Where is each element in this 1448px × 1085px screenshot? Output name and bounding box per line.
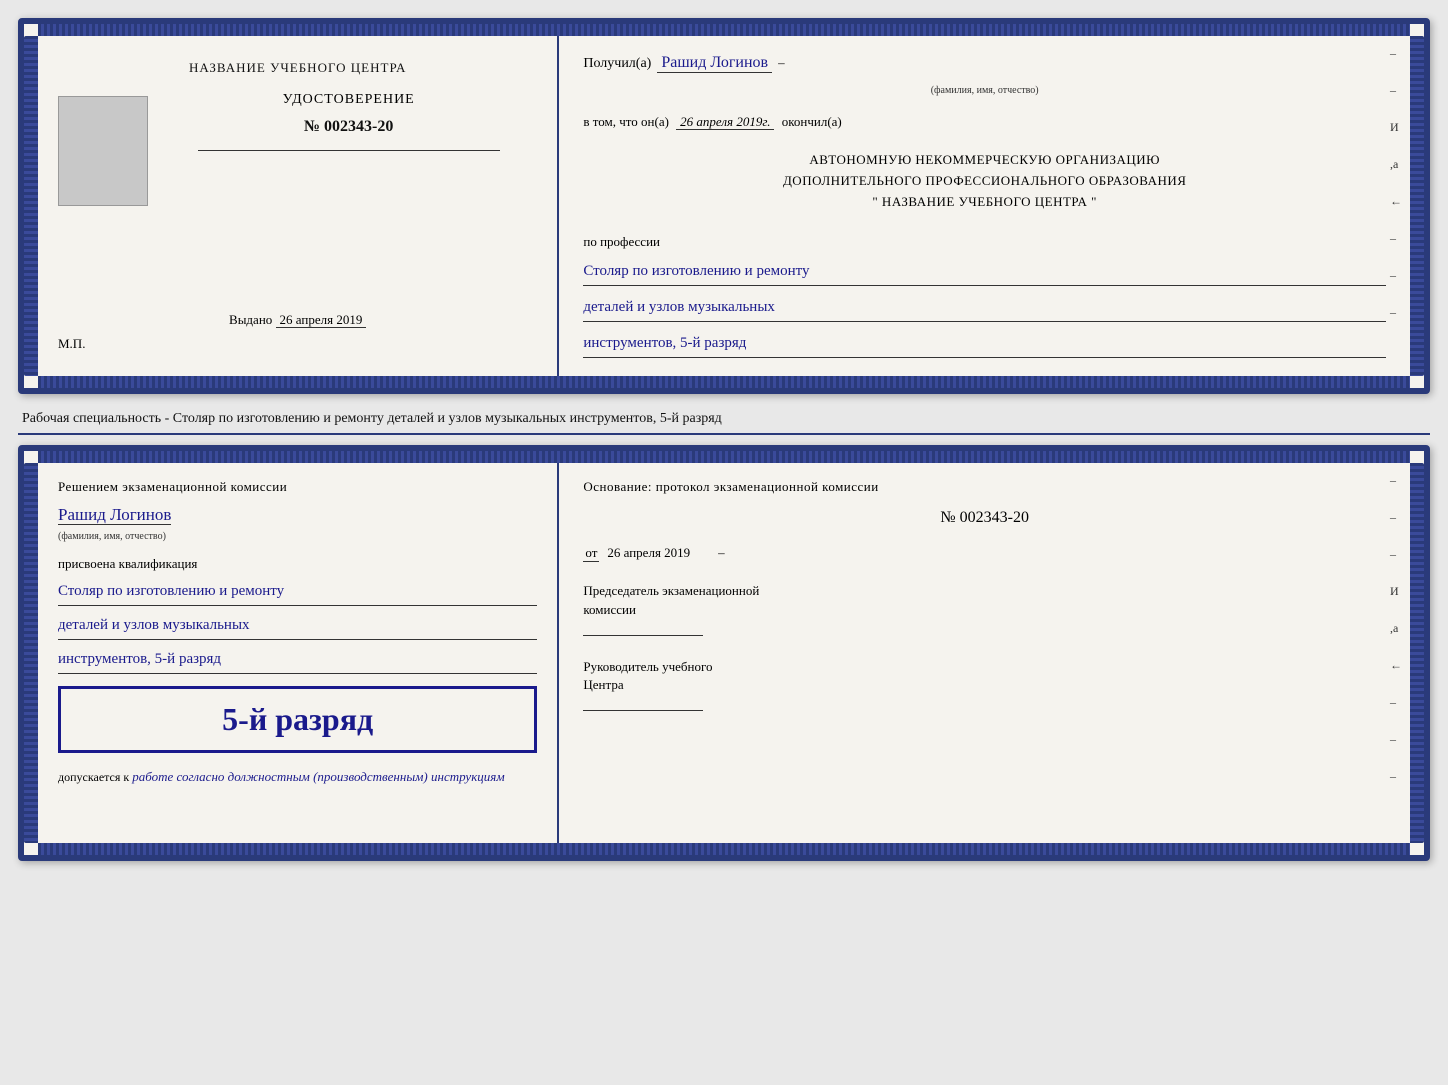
back-right-dash-5: ,а xyxy=(1390,621,1402,636)
vydano-label: Выдано xyxy=(229,312,272,327)
back-right-dash-2: – xyxy=(1390,510,1402,525)
big-rank: 5-й разряд xyxy=(71,697,524,742)
dopusk-text: работе согласно должностным (производств… xyxy=(132,769,504,784)
cert-udostoverenie-label: УДОСТОВЕРЕНИЕ xyxy=(283,92,415,108)
cert-right-panel: – – И ,а ← – – – Получил(а) Рашид Логино… xyxy=(559,36,1410,376)
dopuskaetsya-label: допускается к xyxy=(58,770,129,784)
qual-line3: инструментов, 5-й разряд xyxy=(58,646,537,674)
back-right-dash-7: – xyxy=(1390,695,1402,710)
right-dash-3: И xyxy=(1390,120,1402,135)
qual-line1: Столяр по изготовлению и ремонту xyxy=(58,578,537,606)
fio-caption-back: (фамилия, имя, отчество) xyxy=(58,531,537,542)
vtom-row: в том, что он(а) 26 апреля 2019г. окончи… xyxy=(583,114,1386,130)
vydano-line: Выдано 26 апреля 2019 xyxy=(229,312,366,328)
cert-school-title: НАЗВАНИЕ УЧЕБНОГО ЦЕНТРА xyxy=(189,60,406,76)
predsedatel-label: Председатель экзаменационной комиссии xyxy=(583,582,1386,618)
profession-line2: деталей и узлов музыкальных xyxy=(583,294,1386,322)
rukovoditel-label: Руководитель учебного Центра xyxy=(583,658,1386,694)
dopuskaetsya-row: допускается к работе согласно должностны… xyxy=(58,769,537,785)
rukovoditel-line2: Центра xyxy=(583,676,1386,694)
back-right-dash-6: ← xyxy=(1390,658,1402,673)
org-line3: " НАЗВАНИЕ УЧЕБНОГО ЦЕНТРА " xyxy=(583,192,1386,213)
back-left-panel: Решением экзаменационной комиссии Рашид … xyxy=(38,463,559,843)
okonchil-label: окончил(а) xyxy=(782,114,842,129)
right-strip-back xyxy=(1410,463,1424,843)
profession-line3: инструментов, 5-й разряд xyxy=(583,330,1386,358)
ot-dash: – xyxy=(718,545,725,561)
right-dash-7: – xyxy=(1390,268,1402,283)
specialty-text: Рабочая специальность - Столяр по изгото… xyxy=(22,411,722,426)
poluchil-dash: – xyxy=(778,55,785,71)
right-dash-5: ← xyxy=(1390,194,1402,209)
mp-label: М.П. xyxy=(58,336,85,352)
ot-label: от xyxy=(583,545,599,562)
vtom-date: 26 апреля 2019г. xyxy=(676,114,774,130)
predsedatel-line1: Председатель экзаменационной xyxy=(583,582,1386,600)
left-strip-back xyxy=(24,463,38,843)
right-dash-6: – xyxy=(1390,231,1402,246)
back-right-panel: – – – И ,а ← – – – Основание: протокол э… xyxy=(559,463,1410,843)
right-dash-1: – xyxy=(1390,46,1402,61)
right-decorative-strip xyxy=(1410,36,1424,376)
photo-placeholder xyxy=(58,96,148,206)
right-dash-4: ,а xyxy=(1390,157,1402,172)
person-name-back: Рашид Логинов xyxy=(58,505,171,525)
protocol-number: № 002343-20 xyxy=(583,509,1386,527)
fio-caption-top: (фамилия, имя, отчество) xyxy=(583,85,1386,96)
person-name-top: Рашид Логинов xyxy=(657,54,772,73)
ot-line: от 26 апреля 2019 – xyxy=(583,545,1386,562)
back-right-dash-9: – xyxy=(1390,769,1402,784)
org-block: АВТОНОМНУЮ НЕКОММЕРЧЕСКУЮ ОРГАНИЗАЦИЮ ДО… xyxy=(583,150,1386,212)
cert-number: № 002343-20 xyxy=(304,118,393,136)
cert-left-panel: НАЗВАНИЕ УЧЕБНОГО ЦЕНТРА УДОСТОВЕРЕНИЕ №… xyxy=(38,36,559,376)
top-decorative-strip xyxy=(38,24,1410,36)
back-right-dash-3: – xyxy=(1390,547,1402,562)
org-line1: АВТОНОМНУЮ НЕКОММЕРЧЕСКУЮ ОРГАНИЗАЦИЮ xyxy=(583,150,1386,171)
left-decorative-strip xyxy=(24,36,38,376)
rukovoditel-signature-line xyxy=(583,710,703,711)
top-strip-back xyxy=(38,451,1410,463)
document-back: Решением экзаменационной комиссии Рашид … xyxy=(18,445,1430,861)
ot-date: 26 апреля 2019 xyxy=(603,545,694,561)
osnovanie-line: Основание: протокол экзаменационной коми… xyxy=(583,479,1386,495)
resheniem-line: Решением экзаменационной комиссии xyxy=(58,479,537,495)
rukovoditel-line1: Руководитель учебного xyxy=(583,658,1386,676)
vydano-date: 26 апреля 2019 xyxy=(276,312,367,328)
qual-line2: деталей и узлов музыкальных xyxy=(58,612,537,640)
profession-line1: Столяр по изготовлению и ремонту xyxy=(583,258,1386,286)
back-right-dash-4: И xyxy=(1390,584,1402,599)
bottom-strip-back xyxy=(38,843,1410,855)
predsedatel-signature-line xyxy=(583,635,703,636)
bottom-decorative-strip xyxy=(38,376,1410,388)
specialty-label: Рабочая специальность - Столяр по изгото… xyxy=(18,404,1430,435)
back-right-dash-1: – xyxy=(1390,473,1402,488)
poluchil-label: Получил(а) xyxy=(583,56,651,72)
right-dash-8: – xyxy=(1390,305,1402,320)
prisvoena-label: присвоена квалификация xyxy=(58,556,537,572)
vtom-label: в том, что он(а) xyxy=(583,114,669,129)
predsedatel-line2: комиссии xyxy=(583,601,1386,619)
poluchil-row: Получил(а) Рашид Логинов – xyxy=(583,54,1386,73)
right-dash-2: – xyxy=(1390,83,1402,98)
document-front: НАЗВАНИЕ УЧЕБНОГО ЦЕНТРА УДОСТОВЕРЕНИЕ №… xyxy=(18,18,1430,394)
cert-divider-line xyxy=(198,150,500,151)
back-right-dash-8: – xyxy=(1390,732,1402,747)
po-professii-label: по профессии xyxy=(583,234,1386,250)
org-line2: ДОПОЛНИТЕЛЬНОГО ПРОФЕССИОНАЛЬНОГО ОБРАЗО… xyxy=(583,171,1386,192)
